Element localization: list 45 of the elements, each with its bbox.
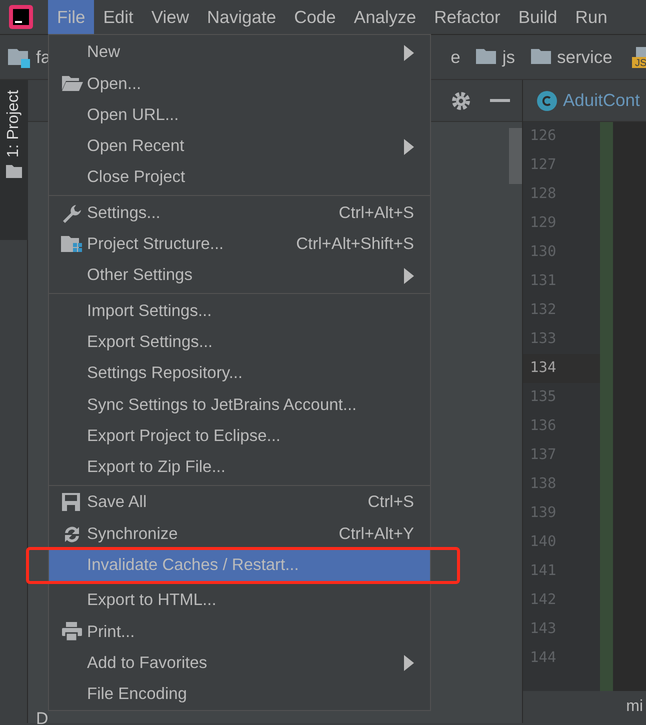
menu-item[interactable]: Project Structure... Ctrl+Alt+Shift+S xyxy=(49,228,430,260)
settings-icon xyxy=(450,90,472,112)
menu-item[interactable]: Export to HTML... xyxy=(49,585,430,616)
menu-item[interactable]: Open Recent xyxy=(49,130,430,162)
menu-item[interactable]: Export to Zip File... xyxy=(49,452,430,484)
menu-item[interactable]: Sync Settings to JetBrains Account... xyxy=(49,389,430,421)
menu-bar-item[interactable]: Run xyxy=(566,0,616,34)
menu-item[interactable]: Print... xyxy=(49,616,430,648)
menu-bar-item[interactable]: Navigate xyxy=(198,0,286,34)
menu-item[interactable]: Import Settings... xyxy=(49,295,430,327)
project-icon xyxy=(8,46,30,68)
line-number: 134 xyxy=(523,354,600,383)
menu-bar-item[interactable]: View xyxy=(142,0,198,34)
status-text: mi xyxy=(626,698,643,715)
menu-item[interactable]: Other Settings xyxy=(49,260,430,292)
breadcrumb-item[interactable]: e xyxy=(450,44,460,70)
menu-item[interactable]: Settings Repository... xyxy=(49,358,430,390)
project-structure-icon xyxy=(61,234,83,255)
class-icon xyxy=(537,90,557,110)
menu-item[interactable]: Close Project xyxy=(49,162,430,194)
menu-item[interactable]: Open... xyxy=(49,68,430,100)
breadcrumb-item[interactable]: service xyxy=(556,44,612,70)
menu-bar-item[interactable]: Code xyxy=(285,0,345,34)
menu-item[interactable]: New xyxy=(49,37,430,68)
menu-item[interactable]: File Encoding xyxy=(49,678,430,710)
menu-bar-item[interactable]: Refactor xyxy=(425,0,510,34)
menu-bar-item[interactable]: Analyze xyxy=(344,0,426,34)
minimize-icon xyxy=(490,98,510,102)
menu-item[interactable]: Save All Ctrl+S xyxy=(49,487,430,518)
menu-item[interactable]: Export Project to Eclipse... xyxy=(49,420,430,452)
printer-icon xyxy=(61,621,83,642)
breadcrumb-item[interactable]: js xyxy=(502,44,515,70)
menu-bar-item[interactable]: Edit xyxy=(94,0,142,34)
wrench-icon xyxy=(61,202,83,224)
menu-item[interactable]: Settings... Ctrl+Alt+S xyxy=(49,197,430,229)
menu-item[interactable]: Open URL... xyxy=(49,100,430,131)
menu-item[interactable]: Synchronize Ctrl+Alt+Y xyxy=(49,518,430,550)
save-icon xyxy=(61,492,83,514)
menu-bar-item[interactable]: Build xyxy=(509,0,566,34)
app-logo-icon xyxy=(9,5,33,29)
menu-item[interactable]: Add to Favorites xyxy=(49,648,430,679)
scrollbar[interactable] xyxy=(509,128,522,184)
menu-item[interactable]: Export Settings... xyxy=(49,326,430,358)
bottom-tab[interactable]: D xyxy=(36,706,48,725)
folder-icon xyxy=(6,164,22,178)
